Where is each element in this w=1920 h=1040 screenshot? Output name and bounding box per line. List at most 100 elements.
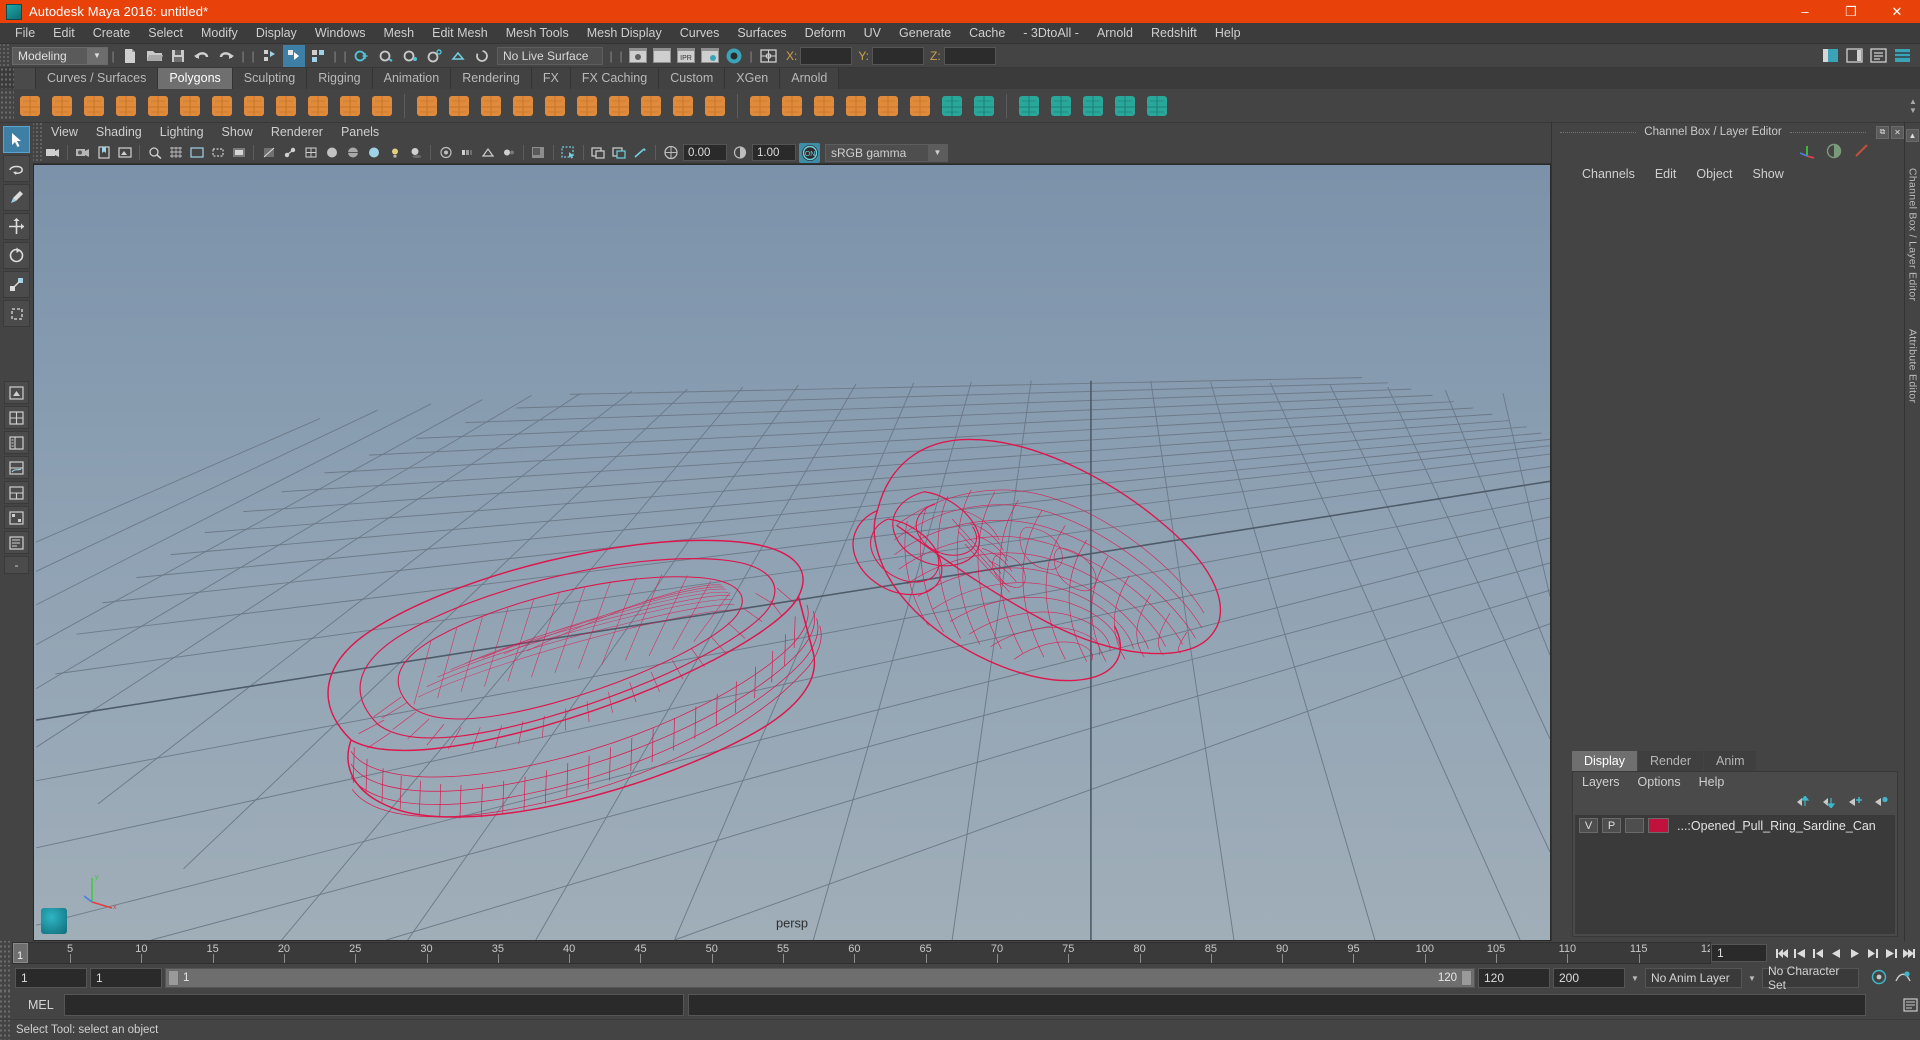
menu-item-mesh-display[interactable]: Mesh Display: [578, 23, 671, 44]
menuset-dropdown[interactable]: Modeling ▼: [12, 46, 108, 65]
uv-unfold-icon[interactable]: [1046, 91, 1076, 121]
bevel-icon[interactable]: [572, 91, 602, 121]
render-view-icon[interactable]: [627, 45, 649, 67]
exposure-icon[interactable]: [661, 143, 680, 162]
open-scene-icon[interactable]: [143, 45, 165, 67]
shelf-tab-xgen[interactable]: XGen: [725, 68, 781, 89]
grab-icon[interactable]: [610, 143, 629, 162]
channel-box-menu-edit[interactable]: Edit: [1645, 164, 1687, 184]
snap-curve-icon[interactable]: [375, 45, 397, 67]
range-slider-drag-handle[interactable]: [0, 965, 12, 991]
shadows-icon[interactable]: [406, 143, 425, 162]
menu-item-curves[interactable]: Curves: [671, 23, 729, 44]
color-management-toggle-icon[interactable]: ON: [799, 142, 820, 163]
step-forward-keyframe-icon[interactable]: [1882, 944, 1899, 963]
automatic-map-icon[interactable]: [1014, 91, 1044, 121]
select-object-icon[interactable]: [283, 44, 305, 67]
editor-layout-icon[interactable]: [757, 45, 779, 67]
viewport-menu-renderer[interactable]: Renderer: [262, 123, 332, 142]
step-forward-frame-icon[interactable]: [1864, 944, 1881, 963]
menu-item-redshift[interactable]: Redshift: [1142, 23, 1206, 44]
menu-item-windows[interactable]: Windows: [306, 23, 375, 44]
poly-cylinder-icon[interactable]: [79, 91, 109, 121]
layer-color-swatch[interactable]: [1648, 818, 1669, 833]
viewport-menu-view[interactable]: View: [42, 123, 87, 142]
viewport-menu-show[interactable]: Show: [213, 123, 262, 142]
chevron-down-icon[interactable]: ▼: [1628, 968, 1642, 988]
minimize-button[interactable]: –: [1782, 0, 1828, 23]
bookmarks-icon[interactable]: [94, 143, 113, 162]
menu-item-generate[interactable]: Generate: [890, 23, 960, 44]
move-tool-button[interactable]: [3, 213, 30, 240]
redo-icon[interactable]: [215, 45, 237, 67]
move-layer-up-icon[interactable]: [1796, 794, 1811, 811]
resolution-gate-icon[interactable]: [208, 143, 227, 162]
poly-platonic-icon[interactable]: [367, 91, 397, 121]
wedge-icon[interactable]: [700, 91, 730, 121]
uv-sew-icon[interactable]: [1142, 91, 1172, 121]
playback-end-field[interactable]: 120: [1478, 968, 1550, 988]
anim-start-field[interactable]: 1: [15, 968, 87, 988]
ipr-render-icon[interactable]: IPR: [675, 45, 697, 67]
y-coordinate-field[interactable]: [872, 46, 925, 65]
smooth-icon[interactable]: [508, 91, 538, 121]
layer-list[interactable]: V P ...:Opened_Pull_Ring_Sardine_Can: [1575, 815, 1895, 934]
isolate-select-icon[interactable]: [529, 143, 548, 162]
hypershade-icon[interactable]: [723, 45, 745, 67]
x-coordinate-field[interactable]: [800, 46, 853, 65]
menu-item-edit-mesh[interactable]: Edit Mesh: [423, 23, 497, 44]
menu-item-mesh[interactable]: Mesh: [375, 23, 424, 44]
command-line-drag-handle[interactable]: [0, 991, 12, 1019]
poly-cube-icon[interactable]: [47, 91, 77, 121]
paint-select-tool-button[interactable]: [3, 184, 30, 211]
chevron-down-icon[interactable]: ▼: [928, 144, 947, 161]
shelf-tab-fx-caching[interactable]: FX Caching: [570, 68, 660, 89]
play-forwards-icon[interactable]: [1846, 944, 1863, 963]
chevron-down-icon[interactable]: ▼: [1745, 968, 1759, 988]
multi-cut-icon[interactable]: [745, 91, 775, 121]
uv-layout-icon[interactable]: [1078, 91, 1108, 121]
status-bar-drag-handle[interactable]: [0, 1019, 12, 1040]
uv-cut-icon[interactable]: [1110, 91, 1140, 121]
multisample-icon[interactable]: [478, 143, 497, 162]
depth-of-field-icon[interactable]: [499, 143, 518, 162]
render-current-frame-icon[interactable]: [651, 45, 673, 67]
dock-tab-attribute-editor[interactable]: Attribute Editor: [1907, 323, 1919, 409]
move-layer-down-icon[interactable]: [1822, 796, 1837, 811]
range-end-handle[interactable]: [1461, 970, 1472, 986]
screen-space-ao-icon[interactable]: [436, 143, 455, 162]
channel-speed-icon[interactable]: [1826, 143, 1843, 162]
2d-pan-zoom-icon[interactable]: [145, 143, 164, 162]
layer-editor-tab-anim[interactable]: Anim: [1704, 751, 1757, 771]
viewport-menu-drag-handle[interactable]: [33, 123, 42, 142]
viewport-toolbar-drag-handle[interactable]: [33, 142, 42, 163]
channel-box-menu-object[interactable]: Object: [1686, 164, 1742, 184]
script-editor-icon[interactable]: [1900, 995, 1920, 1015]
wireframe-icon[interactable]: [301, 143, 320, 162]
planar-map-icon[interactable]: [969, 91, 999, 121]
chevron-down-icon[interactable]: ▼: [87, 47, 107, 64]
menu-item-file[interactable]: File: [6, 23, 44, 44]
new-layer-icon[interactable]: [1848, 796, 1863, 811]
poly-sphere-icon[interactable]: [15, 91, 45, 121]
close-panel-button[interactable]: ✕: [1891, 125, 1905, 139]
xray-icon[interactable]: [259, 143, 278, 162]
play-backwards-icon[interactable]: [1828, 944, 1845, 963]
layer-editor-tab-display[interactable]: Display: [1572, 751, 1637, 771]
auto-keyframe-icon[interactable]: [1870, 969, 1888, 988]
character-set-dropdown[interactable]: No Character Set: [1762, 964, 1859, 992]
snap-projected-center-icon[interactable]: [423, 45, 445, 67]
sidebar-toggle-icon[interactable]: [1843, 45, 1865, 67]
attribute-editor-icon[interactable]: [1867, 45, 1889, 67]
keyable-icon[interactable]: [1853, 143, 1870, 162]
view-transform-dropdown[interactable]: sRGB gamma ▼: [825, 143, 948, 162]
float-panel-button[interactable]: ⧉: [1876, 125, 1890, 139]
gamma-value-field[interactable]: 1.00: [752, 144, 796, 161]
go-to-start-icon[interactable]: [1774, 944, 1791, 963]
layer-menu-options[interactable]: Options: [1629, 772, 1690, 792]
shelf-tab-sculpting[interactable]: Sculpting: [232, 68, 308, 89]
last-tool-button[interactable]: [3, 300, 30, 327]
snapshot-icon[interactable]: [589, 143, 608, 162]
menu-item-edit[interactable]: Edit: [44, 23, 84, 44]
channel-box-menu-show[interactable]: Show: [1743, 164, 1794, 184]
